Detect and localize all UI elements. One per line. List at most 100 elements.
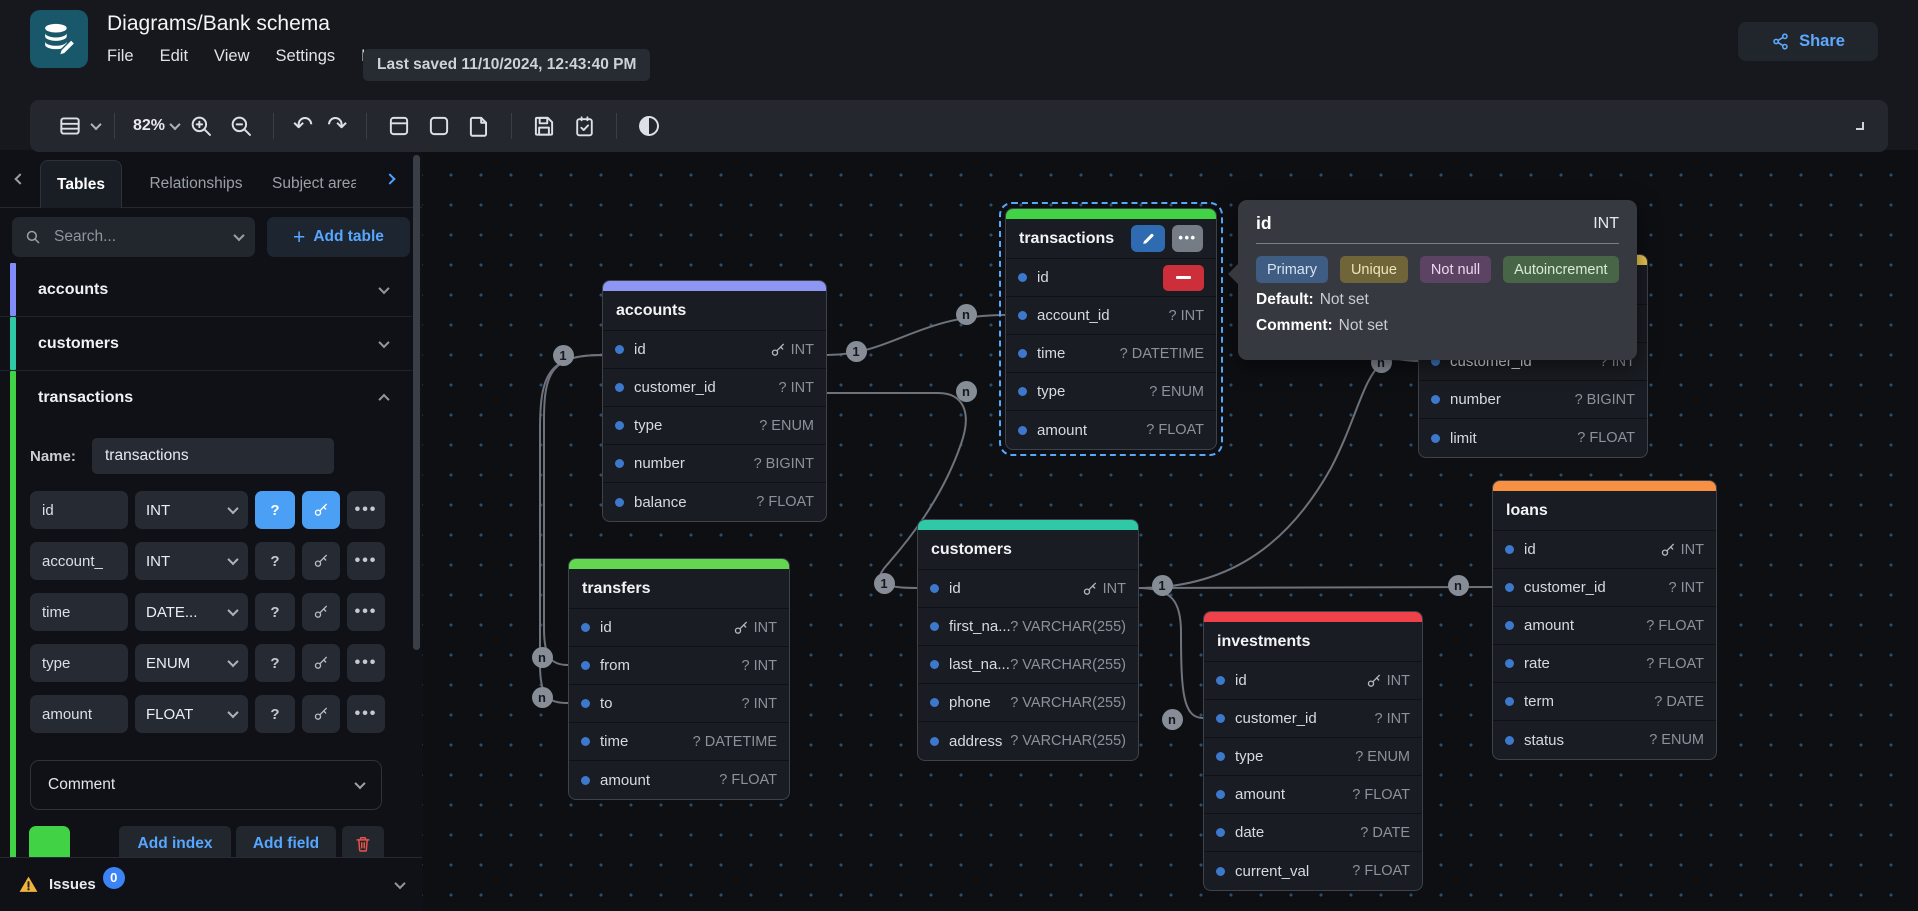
menu-item-settings[interactable]: Settings bbox=[276, 47, 336, 66]
table-field-row[interactable]: phone? VARCHAR(255) bbox=[918, 684, 1138, 722]
tab-relationships[interactable]: Relationships bbox=[146, 160, 246, 208]
tabs-scroll-right-icon[interactable] bbox=[384, 173, 395, 184]
zoom-out-icon[interactable] bbox=[226, 111, 256, 141]
collapse-toolbar-icon[interactable] bbox=[1856, 122, 1864, 130]
zoom-dropdown-caret-icon[interactable] bbox=[169, 119, 180, 130]
primary-key-toggle[interactable] bbox=[302, 644, 340, 682]
tab-tables[interactable]: Tables bbox=[40, 160, 122, 208]
table-field-row[interactable]: idINT bbox=[569, 609, 789, 647]
field-more-button[interactable]: ••• bbox=[347, 491, 385, 529]
primary-key-toggle[interactable] bbox=[302, 695, 340, 733]
add-area-icon[interactable] bbox=[424, 111, 454, 141]
zoom-level-value[interactable]: 82% bbox=[133, 117, 165, 135]
redo-icon[interactable]: ↷ bbox=[327, 114, 347, 138]
canvas-table-accounts[interactable]: accountsidINTcustomer_id? INTtype? ENUMn… bbox=[602, 280, 827, 522]
table-field-row[interactable]: current_val? FLOAT bbox=[1204, 852, 1422, 890]
menu-item-view[interactable]: View bbox=[214, 47, 249, 66]
field-type-select[interactable]: INT bbox=[135, 542, 248, 580]
save-icon[interactable] bbox=[529, 111, 559, 141]
add-note-icon[interactable] bbox=[464, 111, 494, 141]
table-field-row[interactable]: type? ENUM bbox=[1204, 738, 1422, 776]
table-field-row[interactable]: idINT bbox=[918, 570, 1138, 608]
table-field-row[interactable]: amount? FLOAT bbox=[1493, 607, 1716, 645]
table-field-row[interactable]: to? INT bbox=[569, 685, 789, 723]
sidebar-table-item-transactions[interactable]: transactions bbox=[0, 371, 412, 424]
table-field-row[interactable]: amount? FLOAT bbox=[569, 761, 789, 799]
chevron-up-icon[interactable] bbox=[378, 393, 389, 404]
nullable-toggle[interactable]: ? bbox=[255, 695, 295, 733]
table-field-row[interactable]: first_na...? VARCHAR(255) bbox=[918, 608, 1138, 646]
table-field-row[interactable]: type? ENUM bbox=[1006, 373, 1216, 411]
table-field-row[interactable]: term? DATE bbox=[1493, 683, 1716, 721]
issues-bar[interactable]: Issues 0 bbox=[0, 857, 422, 911]
table-name-input[interactable] bbox=[92, 438, 334, 474]
search-input[interactable] bbox=[52, 227, 225, 247]
todo-list-icon[interactable] bbox=[569, 111, 599, 141]
nullable-toggle[interactable]: ? bbox=[255, 491, 295, 529]
undo-icon[interactable]: ↶ bbox=[293, 114, 313, 138]
issues-collapse-icon[interactable] bbox=[394, 877, 405, 888]
table-field-row[interactable]: idINT bbox=[603, 331, 826, 369]
canvas-table-transactions[interactable]: transactions•••idaccount_id? INTtime? DA… bbox=[1005, 208, 1217, 450]
field-type-select[interactable]: ENUM bbox=[135, 644, 248, 682]
field-name-input[interactable]: id bbox=[30, 491, 128, 529]
table-field-row[interactable]: id bbox=[1006, 259, 1216, 297]
field-type-select[interactable]: FLOAT bbox=[135, 695, 248, 733]
table-field-row[interactable]: last_na...? VARCHAR(255) bbox=[918, 646, 1138, 684]
chevron-down-icon[interactable] bbox=[378, 282, 389, 293]
canvas-table-transfers[interactable]: transfersidINTfrom? INTto? INTtime? DATE… bbox=[568, 558, 790, 800]
primary-key-toggle[interactable] bbox=[302, 542, 340, 580]
table-field-row[interactable]: limit? FLOAT bbox=[1419, 419, 1647, 457]
canvas-table-customers[interactable]: customersidINTfirst_na...? VARCHAR(255)l… bbox=[917, 519, 1139, 761]
table-field-row[interactable]: amount? FLOAT bbox=[1204, 776, 1422, 814]
menu-item-edit[interactable]: Edit bbox=[160, 47, 188, 66]
table-field-row[interactable]: time? DATETIME bbox=[1006, 335, 1216, 373]
sidebar-table-item-customers[interactable]: customers bbox=[0, 317, 412, 370]
add-table-icon[interactable] bbox=[384, 111, 414, 141]
tab-subject-areas[interactable]: Subject areas bbox=[272, 160, 356, 208]
table-field-row[interactable]: customer_id? INT bbox=[1204, 700, 1422, 738]
table-field-row[interactable]: idINT bbox=[1204, 662, 1422, 700]
field-name-input[interactable]: time bbox=[30, 593, 128, 631]
nullable-toggle[interactable]: ? bbox=[255, 542, 295, 580]
sidebar-scrollbar[interactable] bbox=[413, 155, 420, 650]
primary-key-toggle[interactable] bbox=[302, 491, 340, 529]
comment-section[interactable]: Comment bbox=[30, 760, 382, 810]
share-button[interactable]: Share bbox=[1738, 22, 1878, 61]
canvas-table-loans[interactable]: loansidINTcustomer_id? INTamount? FLOATr… bbox=[1492, 480, 1717, 760]
field-name-input[interactable]: type bbox=[30, 644, 128, 682]
add-table-button[interactable]: + Add table bbox=[267, 217, 410, 257]
field-type-select[interactable]: DATE... bbox=[135, 593, 248, 631]
table-field-row[interactable]: idINT bbox=[1493, 531, 1716, 569]
edit-table-button[interactable] bbox=[1131, 225, 1165, 252]
nullable-toggle[interactable]: ? bbox=[255, 593, 295, 631]
table-field-row[interactable]: rate? FLOAT bbox=[1493, 645, 1716, 683]
field-type-select[interactable]: INT bbox=[135, 491, 248, 529]
table-field-row[interactable]: number? BIGINT bbox=[1419, 381, 1647, 419]
zoom-in-icon[interactable] bbox=[186, 111, 216, 141]
table-field-row[interactable]: number? BIGINT bbox=[603, 445, 826, 483]
table-field-row[interactable]: account_id? INT bbox=[1006, 297, 1216, 335]
table-field-row[interactable]: from? INT bbox=[569, 647, 789, 685]
field-more-button[interactable]: ••• bbox=[347, 695, 385, 733]
table-field-row[interactable]: status? ENUM bbox=[1493, 721, 1716, 759]
table-field-row[interactable]: date? DATE bbox=[1204, 814, 1422, 852]
canvas-table-investments[interactable]: investmentsidINTcustomer_id? INTtype? EN… bbox=[1203, 611, 1423, 891]
chevron-down-icon[interactable] bbox=[378, 336, 389, 347]
field-more-button[interactable]: ••• bbox=[347, 593, 385, 631]
table-field-row[interactable]: amount? FLOAT bbox=[1006, 411, 1216, 449]
table-field-row[interactable]: time? DATETIME bbox=[569, 723, 789, 761]
layout-options-icon[interactable] bbox=[55, 111, 85, 141]
app-logo-icon[interactable] bbox=[30, 10, 88, 68]
table-field-row[interactable]: type? ENUM bbox=[603, 407, 826, 445]
field-name-input[interactable]: account_ bbox=[30, 542, 128, 580]
table-more-button[interactable]: ••• bbox=[1172, 225, 1203, 252]
sidebar-table-item-accounts[interactable]: accounts bbox=[0, 263, 412, 316]
search-dropdown-caret-icon[interactable] bbox=[233, 230, 244, 241]
field-more-button[interactable]: ••• bbox=[347, 542, 385, 580]
table-field-row[interactable]: customer_id? INT bbox=[603, 369, 826, 407]
tabs-scroll-left-icon[interactable] bbox=[14, 173, 25, 184]
field-name-input[interactable]: amount bbox=[30, 695, 128, 733]
table-field-row[interactable]: address? VARCHAR(255) bbox=[918, 722, 1138, 760]
field-more-button[interactable]: ••• bbox=[347, 644, 385, 682]
